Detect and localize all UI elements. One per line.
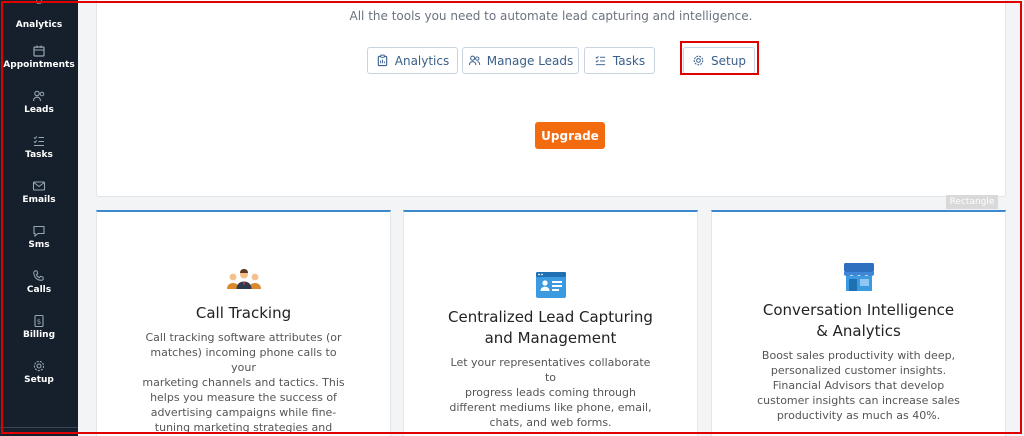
card-text-line: productivity as much as 40%. [776,409,941,422]
tab-label: Manage Leads [486,53,574,68]
hero-subtitle: All the tools you need to automate lead … [349,9,753,23]
card-text-line: Boost sales productivity with deep, [761,349,956,362]
tab-analytics[interactable]: Analytics [367,47,458,74]
sidebar-item-label: Analytics [15,20,63,30]
gear-icon [33,360,45,372]
card-title-line: and Management [484,329,617,347]
tab-label: Tasks [612,53,646,68]
team-people-icon [226,269,261,289]
sidebar-item-label: Billing [22,330,56,340]
card-description: Let your representatives collaborate to … [444,355,657,430]
sidebar-item-leads[interactable]: Leads [0,89,78,115]
tab-tasks[interactable]: Tasks [584,47,655,74]
sidebar-item-label: Leads [24,105,54,115]
sidebar-divider [0,427,78,428]
card-text-line: customer insights can increase sales [757,394,960,407]
feature-card-conversation-intelligence: Conversation Intelligence & Analytics Bo… [711,210,1006,436]
receipt-icon: $ [34,314,44,328]
card-text-line: helps you measure the success of [150,391,337,404]
sidebar-item-billing[interactable]: $ Billing [0,314,78,340]
sidebar-item-label: Sms [28,240,50,250]
feature-card-call-tracking: Call Tracking Call tracking software att… [96,210,391,436]
card-text-line: chats, and web forms. [489,416,612,429]
card-title: Conversation Intelligence & Analytics [712,300,1005,342]
users-icon [468,55,480,66]
upgrade-button[interactable]: Upgrade [535,122,605,149]
sidebar-item-analytics[interactable]: Analytics [0,0,78,30]
sidebar-item-label: Setup [24,375,54,385]
card-text-line: matches) incoming phone calls to your [150,346,337,374]
sidebar-item-label: Emails [22,195,56,205]
card-text-line: progress leads coming through [465,386,636,399]
rectangle-tag: Rectangle [946,195,998,209]
contact-card-icon [535,272,566,298]
tab-label: Analytics [394,53,450,68]
sidebar-item-appointments[interactable]: Appointments [0,44,78,70]
card-description: Boost sales productivity with deep, pers… [752,348,965,423]
phone-icon [33,270,44,281]
sidebar-item-label: Tasks [25,150,53,160]
sidebar: Analytics Appointments Leads Tasks Email… [0,0,78,436]
card-text-line: Financial Advisors that develop [772,379,945,392]
clipboard-icon [377,54,387,67]
clipboard-icon [36,0,42,4]
card-text-line: advertising campaigns while fine- [150,406,337,419]
card-description: Call tracking software attributes (or ma… [137,330,350,436]
checklist-icon [595,56,606,66]
setup-highlight-box [680,41,759,75]
card-title: Call Tracking [195,304,292,322]
sidebar-item-label: Calls [26,285,52,295]
tab-manage-leads[interactable]: Manage Leads [462,47,579,74]
card-text-line: Let your representatives collaborate to [450,356,651,384]
card-text-line: tuning marketing strategies and spend. [154,421,333,434]
mail-icon [32,181,46,191]
calendar-icon [33,45,45,57]
card-title-line: & Analytics [816,322,901,340]
card-text-line: marketing channels and tactics. This [142,376,345,389]
hero-panel: All the tools you need to automate lead … [96,0,1006,197]
message-icon [33,225,45,238]
sidebar-item-calls[interactable]: Calls [0,269,78,295]
card-text-line: different mediums like phone, email, [449,401,652,414]
main-content: All the tools you need to automate lead … [78,0,1024,436]
svg-text:$: $ [37,318,41,326]
feature-card-lead-capturing: Centralized Lead Capturing and Managemen… [403,210,698,436]
card-title-line: Centralized Lead Capturing [448,308,653,326]
card-title-line: Conversation Intelligence [762,301,955,319]
card-title: Centralized Lead Capturing and Managemen… [404,307,697,349]
sidebar-item-setup[interactable]: Setup [0,359,78,385]
sidebar-item-label: Appointments [3,60,75,70]
storefront-icon [843,263,874,291]
card-text-line: Call tracking software attributes (or [145,331,342,344]
checklist-icon [33,136,44,146]
users-icon [32,90,45,102]
sidebar-item-tasks[interactable]: Tasks [0,134,78,160]
card-text-line: personalized customer insights. [770,364,947,377]
sidebar-item-sms[interactable]: Sms [0,224,78,250]
sidebar-item-emails[interactable]: Emails [0,179,78,205]
